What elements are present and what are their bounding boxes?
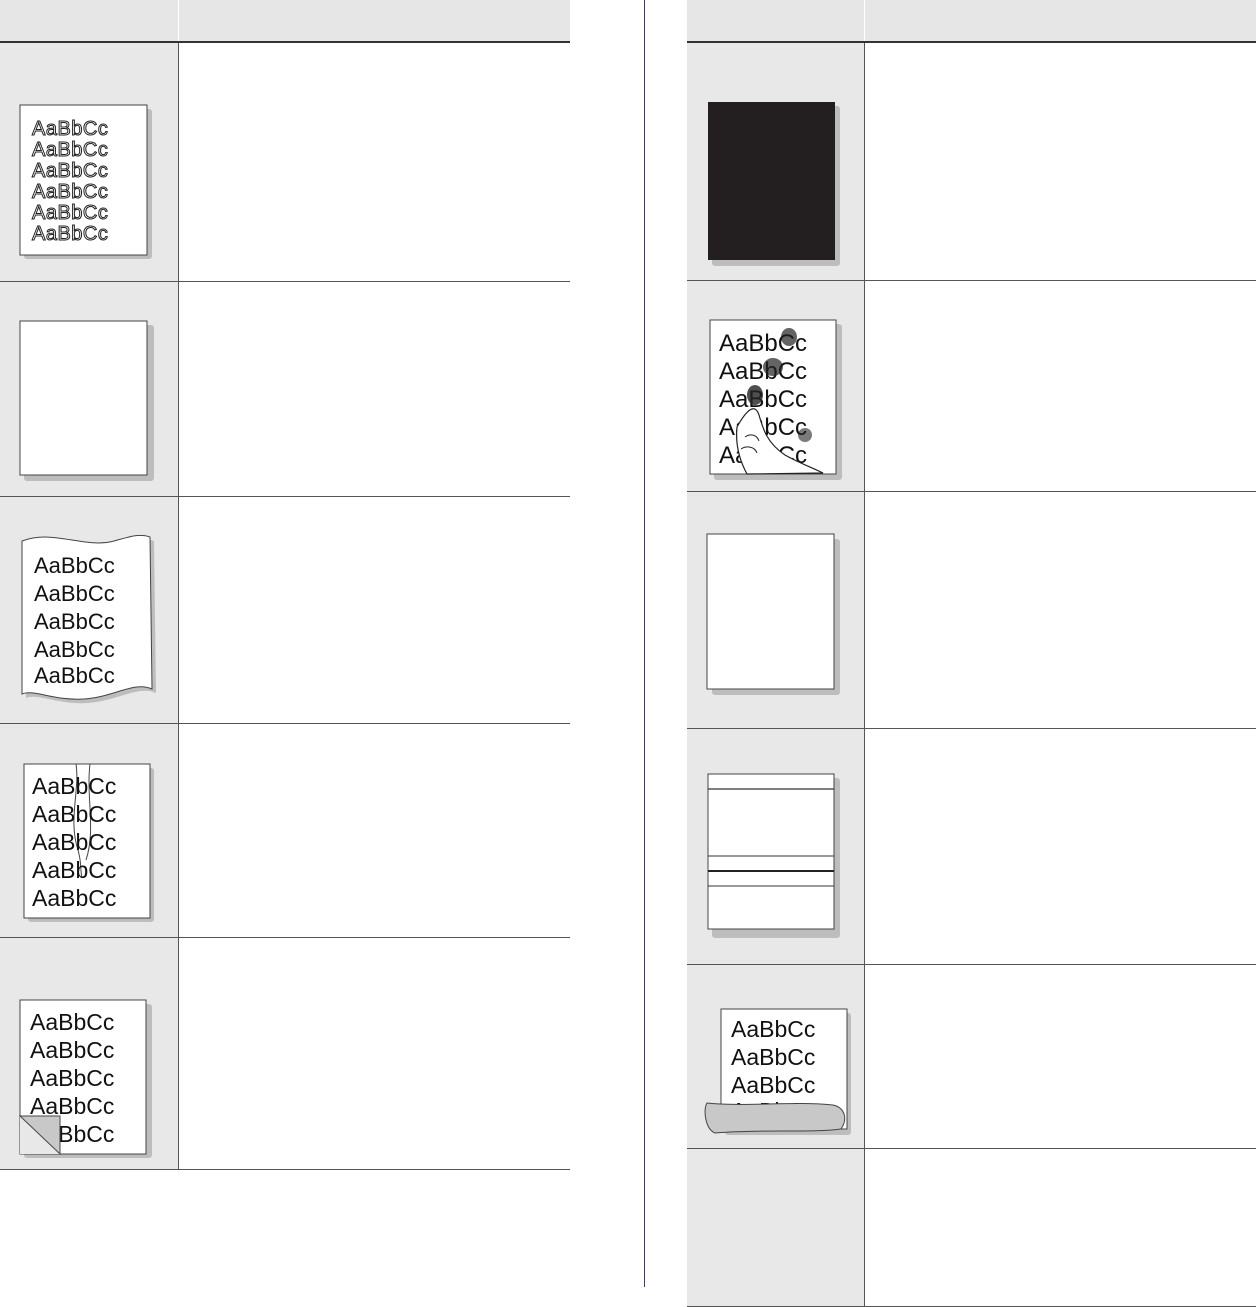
header-condition-cell xyxy=(687,0,865,41)
condition-cell xyxy=(687,492,865,728)
sample-text: AaBbCc xyxy=(32,885,116,911)
condition-cell xyxy=(687,43,865,280)
condition-cell: AaBbCc AaBbCc AaBbCc AaBbCc AaBbCc xyxy=(0,724,179,937)
sample-text: AaBbCc xyxy=(30,1093,114,1119)
solution-cell xyxy=(179,938,570,1169)
sample-text: AaBbCc xyxy=(32,160,108,182)
sample-text: AaBbCc xyxy=(34,581,115,606)
condition-cell: AaBbCc AaBbCc AaBbCc AaBbCc AaBbCc xyxy=(687,281,865,491)
condition-cell xyxy=(687,1149,865,1306)
sample-text: AaBbCc xyxy=(30,1009,114,1035)
sample-text: AaBbCc xyxy=(34,609,115,634)
sample-text: AaBbCc xyxy=(32,773,116,799)
sample-text: AaBbCc xyxy=(32,857,116,883)
sample-text: AaBbCc xyxy=(731,1044,815,1070)
loose-toner-page-icon: AaBbCc AaBbCc AaBbCc AaBbCc AaBbCc xyxy=(709,319,842,480)
table-row xyxy=(687,492,1256,729)
table-row: AaBbCc AaBbCc AaBbCc AaBbCc AaBbCc AaBbC… xyxy=(0,43,570,282)
table-row: AaBbCc AaBbCc AaBbCc AaBbCc AaBbCc xyxy=(0,497,570,724)
left-troubleshooting-table: AaBbCc AaBbCc AaBbCc AaBbCc AaBbCc AaBbC… xyxy=(0,0,570,1170)
solution-cell xyxy=(179,282,570,496)
solution-cell xyxy=(179,497,570,723)
sample-text: AaBbCc xyxy=(719,358,807,385)
column-divider xyxy=(644,0,645,1287)
sample-text: AaBbCc xyxy=(32,801,116,827)
black-page-icon xyxy=(708,102,840,266)
condition-cell: AaBbCc AaBbCc AaBbCc AaBbCc xyxy=(687,965,865,1148)
solution-cell xyxy=(865,281,1256,491)
solution-cell xyxy=(179,724,570,937)
sample-text: AaBbCc xyxy=(719,386,807,413)
solution-cell xyxy=(179,43,570,281)
table-row xyxy=(0,282,570,497)
solution-cell xyxy=(865,492,1256,728)
sample-text: AaBbCc xyxy=(32,118,108,140)
curled-page-icon: AaBbCc AaBbCc AaBbCc AaBbCc AaBbCc xyxy=(21,534,156,704)
folded-corner-page-icon: AaBbCc AaBbCc AaBbCc AaBbCc AaBbCc xyxy=(18,999,152,1158)
wrinkled-page-icon: AaBbCc AaBbCc AaBbCc AaBbCc AaBbCc xyxy=(23,763,154,922)
solution-cell xyxy=(865,1149,1256,1306)
horizontal-stripes-page-icon xyxy=(707,773,840,938)
sample-text: AaBbCc xyxy=(731,1016,815,1042)
sample-text: AaBbCc xyxy=(34,637,115,662)
condition-cell xyxy=(687,729,865,964)
sample-text: AaBbCc xyxy=(30,1065,114,1091)
solution-cell xyxy=(865,43,1256,280)
sample-text: AaBbCc xyxy=(32,181,108,203)
table-row xyxy=(687,1149,1256,1307)
sample-text: AaBbCc xyxy=(32,202,108,224)
paper-wrap-page-icon: AaBbCc AaBbCc AaBbCc AaBbCc xyxy=(704,1008,851,1135)
table-row: AaBbCc AaBbCc AaBbCc AaBbCc AaBbCc xyxy=(687,281,1256,492)
sample-text: AaBbCc xyxy=(32,139,108,161)
sample-text: AaBbCc xyxy=(32,829,116,855)
sample-text: AaBbCc xyxy=(731,1072,815,1098)
light-print-page-icon: AaBbCc AaBbCc AaBbCc AaBbCc AaBbCc AaBbC… xyxy=(19,104,152,259)
condition-cell: AaBbCc AaBbCc AaBbCc AaBbCc AaBbCc xyxy=(0,497,179,723)
condition-cell: AaBbCc AaBbCc AaBbCc AaBbCc AaBbCc AaBbC… xyxy=(0,43,179,281)
condition-cell xyxy=(0,282,179,496)
table-header xyxy=(687,0,1256,43)
sample-text: AaBbCc xyxy=(32,223,108,245)
solution-cell xyxy=(865,965,1256,1148)
table-row xyxy=(687,43,1256,281)
sample-text: AaBbCc xyxy=(34,553,115,578)
blank-page-icon xyxy=(19,320,154,481)
header-condition-cell xyxy=(0,0,179,41)
table-row: AaBbCc AaBbCc AaBbCc AaBbCc AaBbCc xyxy=(0,938,570,1170)
table-row xyxy=(687,729,1256,965)
sample-text: AaBbCc xyxy=(34,663,115,688)
table-header xyxy=(0,0,570,43)
solution-cell xyxy=(865,729,1256,964)
condition-cell: AaBbCc AaBbCc AaBbCc AaBbCc AaBbCc xyxy=(0,938,179,1169)
right-troubleshooting-table: AaBbCc AaBbCc AaBbCc AaBbCc AaBbCc AaBbC… xyxy=(687,0,1256,1307)
blank-page-icon xyxy=(706,533,840,695)
table-row: AaBbCc AaBbCc AaBbCc AaBbCc AaBbCc xyxy=(0,724,570,938)
sample-text: AaBbCc xyxy=(30,1037,114,1063)
table-row: AaBbCc AaBbCc AaBbCc AaBbCc xyxy=(687,965,1256,1149)
